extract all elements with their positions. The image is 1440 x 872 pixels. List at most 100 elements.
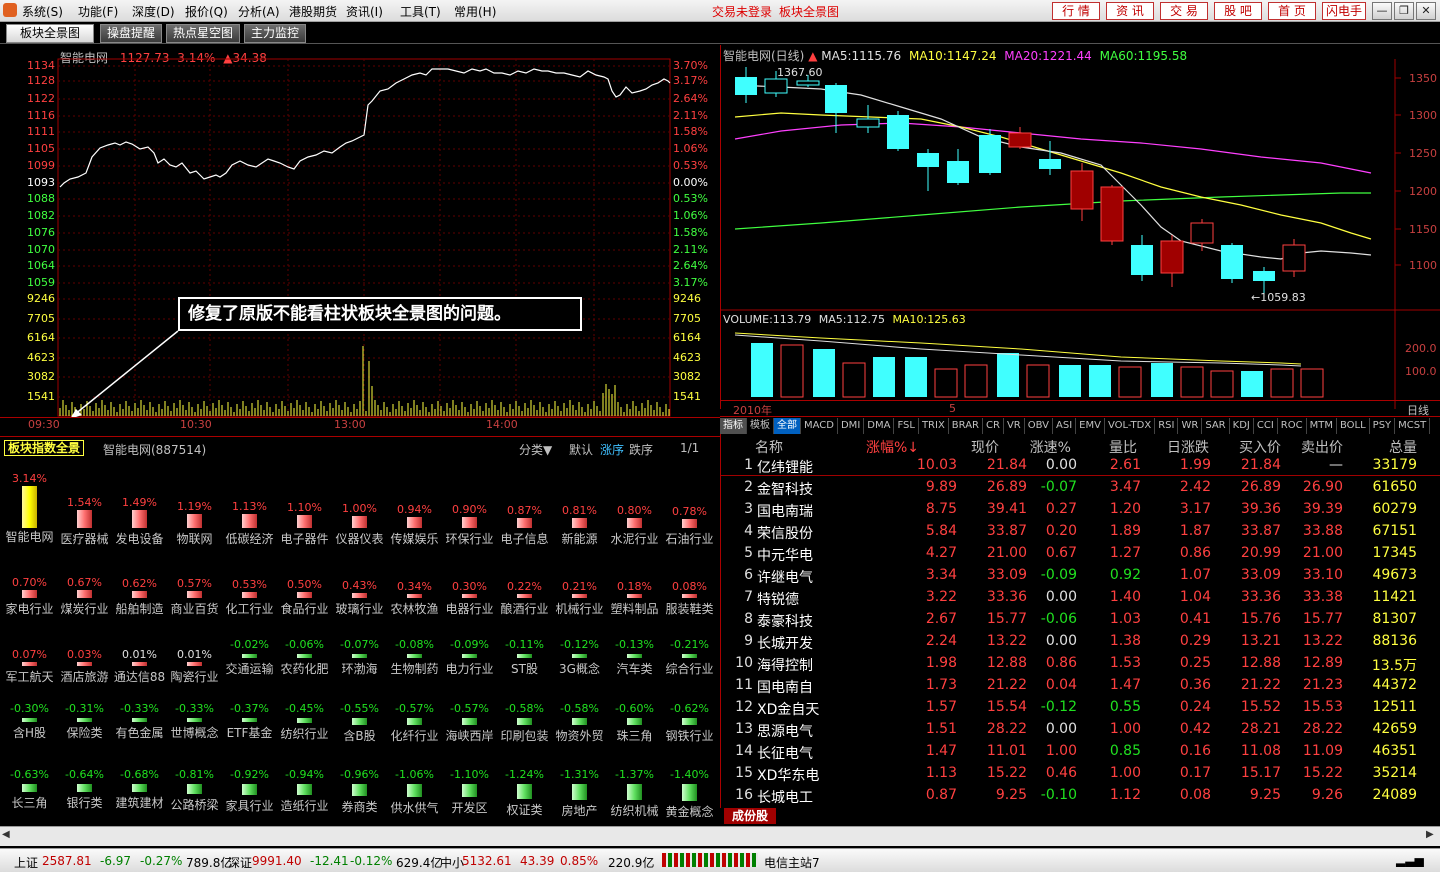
block-cell[interactable]: 0.08% 服装鞋类 xyxy=(662,528,717,616)
indicator-tab-模板[interactable]: 模板 xyxy=(747,418,774,434)
menu-function[interactable]: 功能(F) xyxy=(78,3,118,20)
block-cell[interactable]: 1.13% 低碳经济 xyxy=(222,458,277,546)
indicator-tab-指标[interactable]: 指标 xyxy=(720,418,747,434)
block-cell[interactable]: -0.08% 生物制药 xyxy=(387,596,442,676)
block-cell[interactable]: -0.45% 纺织行业 xyxy=(277,660,332,741)
block-cell[interactable]: -0.64% 银行类 xyxy=(57,726,112,810)
indicator-tab-dmi[interactable]: DMI xyxy=(838,418,865,434)
home-button[interactable]: 首 页 xyxy=(1268,2,1316,20)
tab-hotspot-star[interactable]: 热点星空图 xyxy=(166,24,240,43)
block-cell[interactable]: 0.57% 商业百货 xyxy=(167,528,222,616)
minimize-icon[interactable]: — xyxy=(1372,2,1392,20)
trade-button[interactable]: 交 易 xyxy=(1160,2,1208,20)
table-row[interactable]: 2 金智科技 9.89 26.89 -0.07 3.47 2.42 26.89 26.90 616… xyxy=(721,476,1440,498)
table-row[interactable]: 8 泰豪科技 2.67 15.77 -0.06 1.03 0.41 15.76 15.77 813… xyxy=(721,608,1440,630)
block-cell[interactable]: 0.53% 化工行业 xyxy=(222,528,277,616)
sort-ascending[interactable]: 涨序 xyxy=(600,441,624,458)
indicator-tab-fsl[interactable]: FSL xyxy=(894,418,919,434)
table-row[interactable]: 11 国电南自 1.73 21.22 0.04 1.47 0.36 21.22 21.23 443… xyxy=(721,674,1440,696)
constituent-tab[interactable]: 成份股 xyxy=(724,808,776,824)
block-cell[interactable]: -0.57% 海峡西岸 xyxy=(442,660,497,743)
sz-index-value[interactable]: 9991.40 xyxy=(252,854,302,868)
scroll-right-icon[interactable]: ▶ xyxy=(1426,829,1434,840)
block-cell[interactable]: -0.81% 公路桥梁 xyxy=(167,726,222,812)
block-cell[interactable]: 0.30% 电器行业 xyxy=(442,528,497,616)
block-cell[interactable]: 0.87% 电子信息 xyxy=(497,458,552,546)
table-row[interactable]: 10 海得控制 1.98 12.88 0.86 1.53 0.25 12.88 12.89 13.… xyxy=(721,652,1440,674)
block-cell[interactable]: -0.13% 汽车类 xyxy=(607,596,662,676)
block-cell[interactable]: -0.06% 农药化肥 xyxy=(277,596,332,676)
menu-depth[interactable]: 深度(D) xyxy=(132,3,175,20)
indicator-tab-cci[interactable]: CCI xyxy=(1254,418,1278,434)
block-cell[interactable]: 0.67% 煤炭行业 xyxy=(57,528,112,616)
block-cell[interactable]: -0.37% ETF基金 xyxy=(222,660,277,740)
block-cell[interactable]: -0.62% 钢铁行业 xyxy=(662,660,717,743)
indicator-tab-mtm[interactable]: MTM xyxy=(1307,418,1337,434)
indicator-tab-brar[interactable]: BRAR xyxy=(949,418,983,434)
block-cell[interactable]: 0.21% 机械行业 xyxy=(552,528,607,616)
indicator-tab-vol-tdx[interactable]: VOL-TDX xyxy=(1105,418,1156,434)
block-cell[interactable]: 1.00% 仪器仪表 xyxy=(332,458,387,546)
block-cell[interactable]: -0.07% 环渤海 xyxy=(332,596,387,676)
indicator-tab-obv[interactable]: OBV xyxy=(1025,418,1053,434)
sort-descending[interactable]: 跌序 xyxy=(629,441,653,458)
category-dropdown[interactable]: 分类▼ xyxy=(519,441,552,458)
indicator-tab-sar[interactable]: SAR xyxy=(1202,418,1230,434)
block-cell[interactable]: 0.62% 船舶制造 xyxy=(112,528,167,616)
block-cell[interactable]: -0.21% 综合行业 xyxy=(662,596,717,676)
block-cell[interactable]: 0.80% 水泥行业 xyxy=(607,458,662,546)
block-cell[interactable]: -0.33% 世博概念 xyxy=(167,660,222,740)
indicator-tab-asi[interactable]: ASI xyxy=(1053,418,1077,434)
block-cell[interactable]: 0.01% 陶瓷行业 xyxy=(167,596,222,684)
block-cell[interactable]: -0.11% ST股 xyxy=(497,596,552,676)
block-cell[interactable]: -1.06% 供水供气 xyxy=(387,726,442,815)
block-cell[interactable]: -0.58% 印刷包装 xyxy=(497,660,552,743)
block-cell[interactable]: -0.94% 造纸行业 xyxy=(277,726,332,813)
indicator-tab-psy[interactable]: PSY xyxy=(1370,418,1396,434)
menu-analysis[interactable]: 分析(A) xyxy=(238,3,280,20)
block-panorama-title[interactable]: 板块指数全景 xyxy=(4,440,85,456)
block-cell[interactable]: -0.12% 3G概念 xyxy=(552,596,607,676)
tab-block-panorama[interactable]: 板块全景图 xyxy=(6,24,94,43)
block-cell[interactable]: 0.01% 通达信88 xyxy=(112,596,167,684)
table-row[interactable]: 12 XD金自天 1.57 15.54 -0.12 0.55 0.24 15.52 15.53 1… xyxy=(721,696,1440,718)
close-icon[interactable]: ✕ xyxy=(1416,2,1436,20)
block-cell[interactable]: 0.90% 环保行业 xyxy=(442,458,497,546)
block-cell[interactable]: -0.60% 珠三角 xyxy=(607,660,662,743)
block-cell[interactable]: -1.40% 黄金概念 xyxy=(662,726,717,819)
quote-button[interactable]: 行 情 xyxy=(1052,2,1100,20)
table-row[interactable]: 1 亿纬锂能 10.03 21.84 0.00 2.61 1.99 21.84 — 33179 xyxy=(721,454,1440,476)
table-row[interactable]: 6 许继电气 3.34 33.09 -0.09 0.92 1.07 33.09 33.10 496… xyxy=(721,564,1440,586)
table-row[interactable]: 7 特锐德 3.22 33.36 0.00 1.40 1.04 33.36 33.38 11421 xyxy=(721,586,1440,608)
block-cell[interactable]: 0.70% 家电行业 xyxy=(2,528,57,616)
indicator-tab-boll[interactable]: BOLL xyxy=(1337,418,1370,434)
menu-info[interactable]: 资讯(I) xyxy=(346,3,383,20)
block-cell[interactable]: -0.02% 交通运输 xyxy=(222,596,277,676)
block-cell[interactable]: 0.81% 新能源 xyxy=(552,458,607,546)
block-cell[interactable]: 0.07% 军工航天 xyxy=(2,596,57,684)
block-cell[interactable]: -0.96% 券商类 xyxy=(332,726,387,814)
indicator-tab-wr[interactable]: WR xyxy=(1178,418,1203,434)
block-cell[interactable]: 0.43% 玻璃行业 xyxy=(332,528,387,616)
block-cell[interactable]: -0.57% 化纤行业 xyxy=(387,660,442,743)
block-cell[interactable]: -0.68% 建筑建材 xyxy=(112,726,167,810)
block-cell[interactable]: -0.63% 长三角 xyxy=(2,726,57,810)
block-cell[interactable]: 0.94% 传媒娱乐 xyxy=(387,458,442,546)
block-cell[interactable]: 1.54% 医疗器械 xyxy=(57,458,112,546)
tab-main-monitor[interactable]: 主力监控 xyxy=(244,24,306,43)
block-cell[interactable]: -0.31% 保险类 xyxy=(57,660,112,740)
indicator-tab-rsi[interactable]: RSI xyxy=(1155,418,1179,434)
block-cell[interactable]: 0.03% 酒店旅游 xyxy=(57,596,112,684)
block-cell[interactable]: 1.49% 发电设备 xyxy=(112,458,167,546)
table-row[interactable]: 3 国电南瑞 8.75 39.41 0.27 1.20 3.17 39.36 39.39 6027… xyxy=(721,498,1440,520)
block-cell[interactable]: -0.92% 家具行业 xyxy=(222,726,277,813)
indicator-tab-vr[interactable]: VR xyxy=(1004,418,1025,434)
indicator-tab-macd[interactable]: MACD xyxy=(801,418,838,434)
indicator-tab-emv[interactable]: EMV xyxy=(1076,418,1105,434)
restore-icon[interactable]: ❐ xyxy=(1394,2,1414,20)
indicator-tab-kdj[interactable]: KDJ xyxy=(1230,418,1254,434)
block-cell[interactable]: 1.10% 电子器件 xyxy=(277,458,332,546)
menu-system[interactable]: 系统(S) xyxy=(22,3,63,20)
block-cell[interactable]: 0.50% 食品行业 xyxy=(277,528,332,616)
block-cell[interactable]: -0.30% 含H股 xyxy=(2,660,57,740)
